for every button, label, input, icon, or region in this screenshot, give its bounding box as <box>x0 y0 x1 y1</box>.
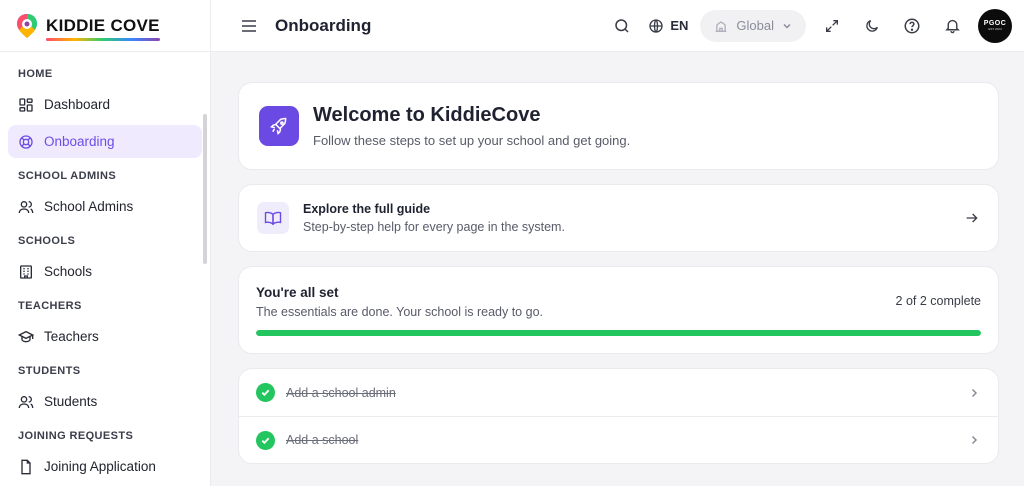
fullscreen-icon[interactable] <box>812 6 852 46</box>
main-content: Welcome to KiddieCove Follow these steps… <box>238 82 999 464</box>
page-title: Onboarding <box>275 15 372 35</box>
progress-subtitle: The essentials are done. Your school is … <box>256 305 543 319</box>
sidebar-item-label: Dashboard <box>44 97 111 112</box>
brand-name: KIDDIE COVE <box>46 16 160 41</box>
sidebar-item-label: Teachers <box>44 329 99 344</box>
grid-icon <box>18 97 34 113</box>
welcome-card: Welcome to KiddieCove Follow these steps… <box>238 82 999 170</box>
welcome-title: Welcome to KiddieCove <box>313 104 541 126</box>
sidebar-item-label: Students <box>44 394 98 409</box>
sidebar-item-schools[interactable]: Schools <box>8 255 202 288</box>
sidebar-item-label: School Admins <box>44 199 134 214</box>
building-icon <box>18 264 34 280</box>
language-code: EN <box>670 18 689 33</box>
guide-title: Explore the full guide <box>303 202 431 216</box>
sidebar-item-label: Joining Application <box>44 459 156 474</box>
lifebuoy-icon <box>18 134 34 150</box>
help-icon[interactable] <box>892 6 932 46</box>
step-label: Add a school admin <box>286 385 396 400</box>
sidebar-item-joining-application[interactable]: Joining Application <box>8 450 202 483</box>
section-label-teachers: TEACHERS <box>18 300 82 312</box>
sidebar-item-students[interactable]: Students <box>8 385 202 418</box>
progress-title: You're all set <box>256 285 339 300</box>
guide-subtitle: Step-by-step help for every page in the … <box>303 220 565 234</box>
file-icon <box>18 459 34 475</box>
section-label-students: STUDENTS <box>18 365 81 377</box>
book-icon <box>257 202 289 234</box>
top-actions: EN Global PGOC EST 2024 <box>602 6 1024 46</box>
sidebar-item-onboarding[interactable]: Onboarding <box>8 125 202 158</box>
progress-card: You're all set The essentials are done. … <box>238 266 999 354</box>
search-icon[interactable] <box>602 6 642 46</box>
users-icon <box>18 199 34 215</box>
step-label: Add a school <box>286 433 359 447</box>
section-label-home: HOME <box>18 68 53 80</box>
globe-icon <box>649 18 664 33</box>
avatar[interactable]: PGOC EST 2024 <box>978 8 1012 43</box>
bell-icon[interactable] <box>932 6 972 46</box>
rocket-icon <box>259 106 299 146</box>
dark-mode-icon[interactable] <box>852 6 892 46</box>
chevron-right-icon <box>968 434 980 446</box>
graduation-cap-icon <box>18 329 34 345</box>
arrow-right-icon <box>964 210 980 226</box>
section-label-school-admins: SCHOOL ADMINS <box>18 170 117 182</box>
section-label-schools: SCHOOLS <box>18 235 76 247</box>
sidebar-nav: HOME Dashboard Onboarding SCHOOL ADMINS … <box>0 52 210 483</box>
sidebar-item-school-admins[interactable]: School Admins <box>8 190 202 223</box>
sidebar-item-label: Onboarding <box>44 134 115 149</box>
welcome-subtitle: Follow these steps to set up your school… <box>313 133 631 148</box>
sidebar-item-teachers[interactable]: Teachers <box>8 320 202 353</box>
sidebar-item-dashboard[interactable]: Dashboard <box>8 88 202 121</box>
check-icon <box>256 430 275 450</box>
sidebar: KIDDIE COVE HOME Dashboard Onboarding SC… <box>0 0 211 486</box>
step-add-school-admin[interactable]: Add a school admin <box>239 369 998 416</box>
menu-icon[interactable] <box>239 16 259 36</box>
language-switcher[interactable]: EN <box>648 18 688 34</box>
steps-list: Add a school admin Add a school <box>238 368 999 464</box>
step-add-school[interactable]: Add a school <box>239 416 998 463</box>
progress-bar <box>256 330 981 336</box>
section-label-joining-requests: JOINING REQUESTS <box>18 430 134 442</box>
progress-count: 2 of 2 complete <box>895 294 981 308</box>
scope-selector[interactable]: Global <box>700 9 806 42</box>
brand[interactable]: KIDDIE COVE <box>0 0 210 52</box>
users-icon <box>18 394 34 410</box>
chevron-down-icon <box>783 23 791 29</box>
topbar: Onboarding EN Global PGOC EST 2024 <box>211 0 1024 52</box>
guide-card[interactable]: Explore the full guide Step-by-step help… <box>238 184 999 252</box>
sidebar-scrollbar[interactable] <box>203 114 207 264</box>
scope-label: Global <box>736 18 774 33</box>
progress-bar-fill <box>256 330 981 336</box>
school-icon <box>716 20 727 32</box>
logo-icon <box>17 13 37 38</box>
sidebar-item-label: Schools <box>44 264 93 279</box>
chevron-right-icon <box>968 387 980 399</box>
check-icon <box>256 383 275 402</box>
